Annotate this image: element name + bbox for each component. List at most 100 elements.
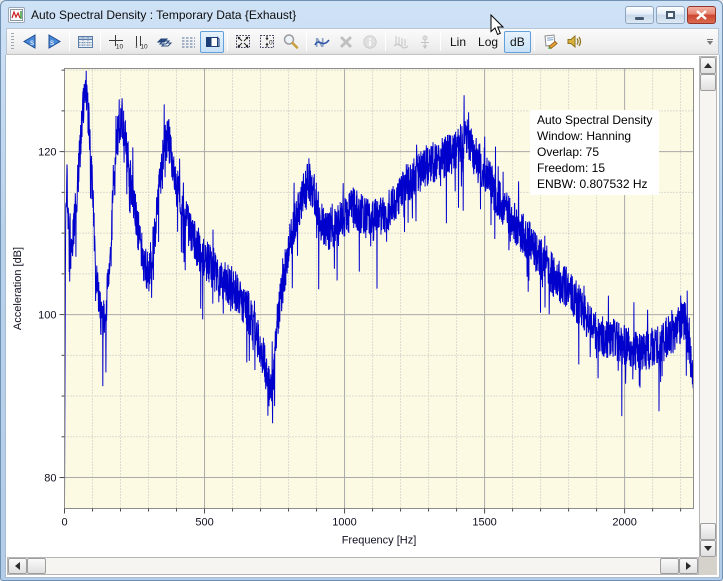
arrow-up-icon	[704, 63, 712, 68]
toolbar-grip[interactable]	[11, 33, 14, 51]
split-view-icon	[204, 34, 221, 50]
svg-text:120: 120	[38, 147, 56, 159]
toolbar-separator	[440, 32, 441, 51]
copy-report-icon	[541, 33, 559, 50]
magnifier-icon	[282, 33, 300, 50]
restore-button[interactable]	[656, 6, 685, 24]
crosshair-cursor-icon: 10	[108, 34, 125, 50]
overlay-traces-icon	[155, 34, 173, 50]
chart-legend: Auto Spectral Density Window: Hanning Ov…	[530, 110, 659, 195]
toolbar-separator	[306, 32, 307, 51]
toolbar-separator	[69, 32, 70, 51]
svg-text:s: s	[30, 38, 34, 47]
y-axis-tick-labels: 80 100 120	[38, 147, 56, 485]
prev-sweep-button[interactable]: s	[18, 31, 42, 53]
minimize-button[interactable]	[625, 6, 654, 24]
svg-text:100: 100	[38, 310, 56, 322]
info-button[interactable]	[358, 31, 382, 53]
close-button[interactable]	[687, 6, 716, 24]
autoscale-icon	[234, 33, 252, 50]
fundamental-cursor-button[interactable]	[413, 31, 437, 53]
delete-trace-button[interactable]	[334, 31, 358, 53]
scroll-right-button[interactable]	[679, 558, 698, 574]
horizontal-scroll-thumb[interactable]	[27, 558, 46, 574]
arrow-down-icon	[704, 546, 712, 551]
toolbar-overflow-button[interactable]	[705, 39, 714, 45]
svg-text:2000: 2000	[612, 517, 636, 529]
delete-trace-icon	[338, 34, 354, 50]
grid-style-icon	[180, 34, 197, 50]
svg-text:10: 10	[140, 43, 148, 50]
x-axis-title: Frequency [Hz]	[342, 535, 417, 547]
horizontal-scale-handle[interactable]	[660, 558, 679, 574]
overlay-traces-button[interactable]	[152, 31, 176, 53]
scroll-down-button[interactable]	[700, 540, 716, 557]
spectrum-document-icon	[10, 9, 23, 21]
svg-text:80: 80	[44, 473, 56, 485]
restore-icon	[666, 11, 675, 19]
scroll-left-button[interactable]	[8, 558, 27, 574]
db-label: dB	[510, 35, 525, 49]
close-icon	[696, 10, 707, 20]
interpolation-button[interactable]: N	[310, 31, 334, 53]
titlebar[interactable]: Auto Spectral Density : Temporary Data {…	[1, 1, 722, 28]
autoscale-button[interactable]	[231, 31, 255, 53]
window-title: Auto Spectral Density : Temporary Data {…	[31, 8, 625, 22]
interpolation-icon: N	[313, 34, 331, 50]
toolbar-separator	[227, 32, 228, 51]
chevron-down-icon	[707, 41, 713, 45]
vertical-scroll-track[interactable]	[700, 91, 716, 523]
svg-text:1000: 1000	[332, 517, 356, 529]
crosshair-cursor-button[interactable]: 10	[104, 31, 128, 53]
split-view-button[interactable]	[200, 31, 224, 53]
log-label: Log	[478, 35, 498, 49]
next-sweep-button[interactable]: s	[42, 31, 66, 53]
svg-text:0: 0	[269, 40, 273, 47]
legend-title: Auto Spectral Density	[537, 112, 652, 128]
magnifier-button[interactable]	[279, 31, 303, 53]
data-table-button[interactable]	[73, 31, 97, 53]
db-scale-button[interactable]: dB	[504, 31, 531, 53]
audio-output-button[interactable]	[562, 31, 586, 53]
copy-report-button[interactable]	[538, 31, 562, 53]
band-cursor-icon: 10	[132, 34, 149, 50]
data-table-icon	[77, 34, 94, 50]
band-cursor-button[interactable]: 10	[128, 31, 152, 53]
lin-label: Lin	[450, 35, 466, 49]
chart-area: 050010001500200080100120Frequency [Hz]Ac…	[7, 55, 699, 558]
arrow-right-icon	[686, 562, 691, 570]
chart-panel: 050010001500200080100120Frequency [Hz]Ac…	[5, 55, 720, 578]
scrollbar-corner	[699, 557, 717, 575]
svg-text:0: 0	[61, 517, 67, 529]
horizontal-scroll-track[interactable]	[46, 558, 660, 574]
fundamental-cursor-icon	[417, 34, 433, 50]
vertical-scale-handle[interactable]	[700, 523, 716, 540]
toolbar: s s 10	[6, 28, 719, 55]
app-window: Auto Spectral Density : Temporary Data {…	[0, 0, 723, 581]
scroll-up-button[interactable]	[700, 57, 716, 74]
legend-freedom: Freedom: 15	[537, 160, 652, 176]
arrow-left-icon	[15, 562, 20, 570]
toolbar-separator	[534, 32, 535, 51]
svg-text:10: 10	[115, 43, 123, 50]
toolbar-separator	[100, 32, 101, 51]
zoom-zero-button[interactable]: 0	[255, 31, 279, 53]
legend-window: Window: Hanning	[537, 128, 652, 144]
harmonic-cursor-icon	[392, 34, 410, 50]
svg-text:s: s	[50, 38, 54, 47]
lin-scale-button[interactable]: Lin	[444, 31, 472, 53]
next-sweep-icon: s	[45, 33, 63, 50]
window-controls	[625, 6, 716, 24]
info-icon	[362, 34, 378, 50]
overflow-icon	[707, 39, 713, 40]
y-axis-title: Acceleration [dB]	[12, 247, 24, 330]
app-icon[interactable]	[8, 7, 25, 23]
harmonic-cursor-button[interactable]	[389, 31, 413, 53]
grid-style-button[interactable]	[176, 31, 200, 53]
prev-sweep-icon: s	[21, 33, 39, 50]
vertical-scrollbar	[699, 56, 717, 558]
vertical-scroll-thumb[interactable]	[700, 74, 716, 91]
legend-enbw: ENBW: 0.807532 Hz	[537, 176, 652, 192]
zoom-zero-icon: 0	[258, 33, 276, 50]
log-scale-button[interactable]: Log	[472, 31, 504, 53]
